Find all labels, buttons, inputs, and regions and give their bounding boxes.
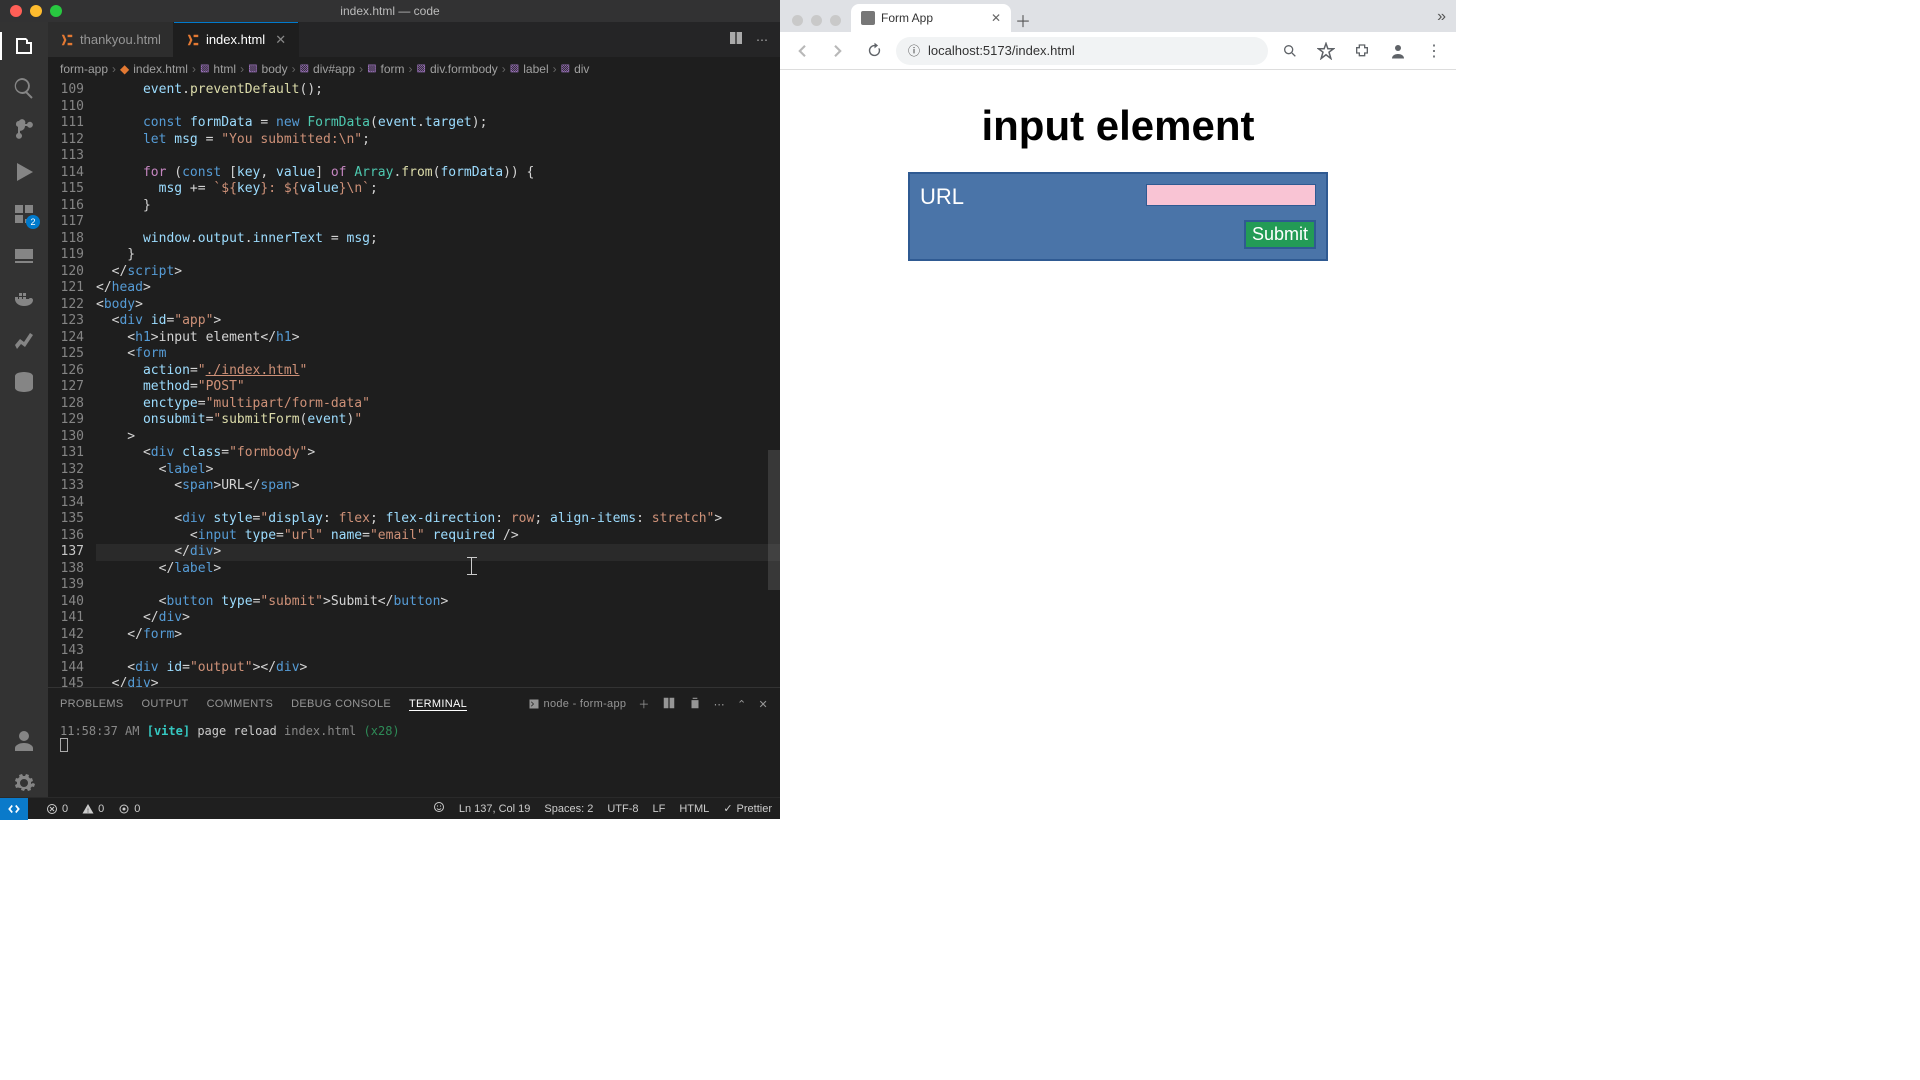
- database-icon[interactable]: [10, 368, 38, 396]
- submit-button[interactable]: Submit: [1244, 220, 1316, 249]
- more-actions-icon[interactable]: ⋯: [756, 33, 768, 47]
- search-icon[interactable]: [10, 74, 38, 102]
- browser-toolbar: ⓘ localhost:5173/index.html ⋮: [780, 32, 1456, 70]
- menu-icon[interactable]: ⋮: [1420, 37, 1448, 65]
- status-prettier[interactable]: ✓ Prettier: [723, 802, 772, 815]
- split-terminal-icon[interactable]: [662, 696, 676, 713]
- maximize-window-icon[interactable]: [50, 5, 62, 17]
- panel-tab-problems[interactable]: PROBLEMS: [60, 698, 124, 710]
- graph-icon[interactable]: [10, 326, 38, 354]
- tab-index[interactable]: index.html ✕: [174, 22, 299, 57]
- browser-window-controls: [788, 15, 851, 32]
- status-ports[interactable]: 0: [118, 803, 140, 815]
- breadcrumbs[interactable]: form-app› ◆index.html› ▧html› ▧body› ▧di…: [48, 58, 780, 80]
- status-encoding[interactable]: UTF-8: [607, 803, 638, 815]
- code-content[interactable]: event.preventDefault(); const formData =…: [96, 80, 780, 687]
- status-eol[interactable]: LF: [653, 803, 666, 815]
- profile-icon[interactable]: [1384, 37, 1412, 65]
- bookmark-icon[interactable]: [1312, 37, 1340, 65]
- panel-tab-output[interactable]: OUTPUT: [142, 698, 189, 710]
- browser-tabstrip: Form App ✕ ＋ »: [780, 0, 1456, 32]
- url-input[interactable]: [1146, 184, 1316, 206]
- status-errors[interactable]: 0: [46, 803, 68, 815]
- status-cursor[interactable]: Ln 137, Col 19: [459, 803, 531, 815]
- account-icon[interactable]: [10, 727, 38, 755]
- bottom-panel: PROBLEMS OUTPUT COMMENTS DEBUG CONSOLE T…: [48, 687, 780, 797]
- activity-bar: 2: [0, 22, 48, 797]
- window-controls: [0, 5, 62, 17]
- tab-thankyou[interactable]: thankyou.html: [48, 22, 174, 57]
- page-content: input element URL Submit: [780, 70, 1456, 819]
- extensions-icon[interactable]: 2: [10, 200, 38, 228]
- tab-label: index.html: [206, 32, 265, 47]
- panel-tab-terminal[interactable]: TERMINAL: [409, 698, 467, 711]
- maximize-panel-icon[interactable]: ⌃: [737, 698, 747, 711]
- status-feedback-icon[interactable]: [433, 801, 445, 816]
- vscode-titlebar: index.html — code: [0, 0, 780, 22]
- url-text: localhost:5173/index.html: [928, 43, 1075, 58]
- status-warnings[interactable]: 0: [82, 803, 104, 815]
- close-panel-icon[interactable]: ✕: [758, 698, 768, 711]
- forward-button[interactable]: [824, 37, 852, 65]
- panel-tab-comments[interactable]: COMMENTS: [207, 698, 274, 710]
- source-control-icon[interactable]: [10, 116, 38, 144]
- close-tab-icon[interactable]: ✕: [991, 11, 1001, 25]
- close-window-icon[interactable]: [792, 15, 803, 26]
- browser-window: Form App ✕ ＋ » ⓘ localhost:5173/index.ht…: [780, 0, 1456, 819]
- status-spaces[interactable]: Spaces: 2: [544, 803, 593, 815]
- new-terminal-icon[interactable]: ＋: [638, 696, 649, 712]
- page-title: input element: [810, 102, 1426, 150]
- terminal-task-label[interactable]: node - form-app: [528, 698, 627, 710]
- tab-label: thankyou.html: [80, 32, 161, 47]
- close-window-icon[interactable]: [10, 5, 22, 17]
- status-language[interactable]: HTML: [679, 803, 709, 815]
- browser-tab-title: Form App: [881, 11, 933, 25]
- terminal-cursor: [60, 738, 68, 752]
- favicon-icon: [861, 11, 875, 25]
- split-editor-icon[interactable]: [728, 30, 744, 49]
- code-editor[interactable]: 1091101111121131141151161171181191201211…: [48, 80, 780, 687]
- panel-tabs: PROBLEMS OUTPUT COMMENTS DEBUG CONSOLE T…: [48, 688, 780, 720]
- address-bar[interactable]: ⓘ localhost:5173/index.html: [896, 37, 1268, 65]
- maximize-window-icon[interactable]: [830, 15, 841, 26]
- form-card: URL Submit: [908, 172, 1328, 261]
- remote-explorer-icon[interactable]: [10, 242, 38, 270]
- status-bar: 0 0 0 Ln 137, Col 19 Spaces: 2 UTF-8 LF …: [0, 797, 780, 819]
- run-debug-icon[interactable]: [10, 158, 38, 186]
- terminal-output[interactable]: 11:58:37 AM [vite] page reload index.htm…: [48, 720, 780, 797]
- browser-expand-icon[interactable]: »: [1427, 8, 1456, 32]
- scrollbar-thumb[interactable]: [768, 450, 780, 590]
- window-title: index.html — code: [340, 4, 439, 18]
- site-info-icon[interactable]: ⓘ: [908, 42, 920, 59]
- minimize-window-icon[interactable]: [30, 5, 42, 17]
- docker-icon[interactable]: [10, 284, 38, 312]
- url-label: URL: [920, 184, 964, 210]
- vscode-window: index.html — code 2: [0, 0, 780, 819]
- new-tab-button[interactable]: ＋: [1011, 8, 1035, 32]
- browser-tab[interactable]: Form App ✕: [851, 4, 1011, 32]
- reload-button[interactable]: [860, 37, 888, 65]
- panel-more-icon[interactable]: ⋯: [714, 698, 725, 711]
- panel-tab-debug[interactable]: DEBUG CONSOLE: [291, 698, 391, 710]
- remote-indicator-icon[interactable]: [0, 798, 28, 820]
- editor-tabs: thankyou.html index.html ✕ ⋯: [48, 22, 780, 58]
- kill-terminal-icon[interactable]: [688, 696, 702, 713]
- close-tab-icon[interactable]: ✕: [275, 32, 286, 48]
- minimize-window-icon[interactable]: [811, 15, 822, 26]
- explorer-icon[interactable]: [10, 32, 38, 60]
- zoom-icon[interactable]: [1276, 37, 1304, 65]
- settings-gear-icon[interactable]: [10, 769, 38, 797]
- extensions-icon[interactable]: [1348, 37, 1376, 65]
- line-gutter: 1091101111121131141151161171181191201211…: [48, 80, 96, 687]
- back-button[interactable]: [788, 37, 816, 65]
- extensions-badge: 2: [26, 215, 40, 229]
